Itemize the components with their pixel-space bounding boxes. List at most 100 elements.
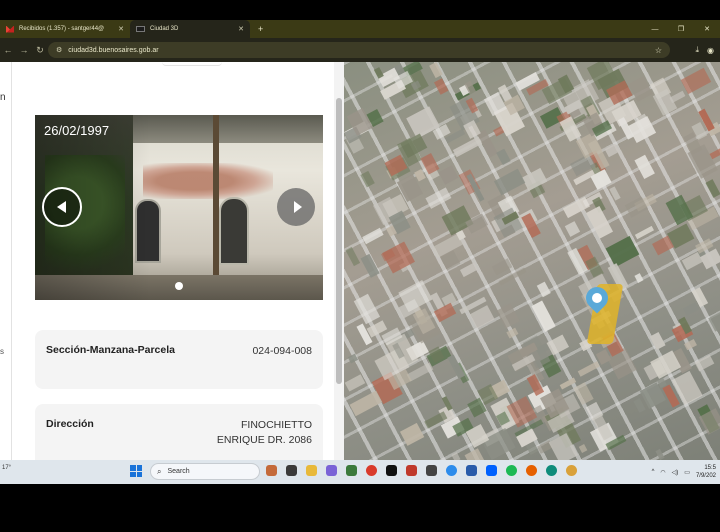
weather-temp: 17° (2, 465, 12, 471)
site-info-icon[interactable]: ⚙ (56, 46, 62, 54)
map-building-block (464, 448, 485, 460)
panel-handle[interactable] (162, 62, 222, 66)
zoom-icon[interactable] (446, 465, 457, 476)
map-building-block (347, 353, 359, 364)
map-building-block (547, 334, 570, 356)
panel-scrollbar-thumb[interactable] (336, 98, 342, 384)
volume-icon[interactable]: ◁) (672, 469, 679, 476)
map-building-block (496, 303, 520, 329)
weather-widget[interactable]: 17° (2, 465, 11, 471)
browser-tab-strip: Recibidos (1.357) - santger44@ ✕ Ciudad … (0, 20, 720, 38)
wifi-icon[interactable]: ◠ (660, 469, 665, 476)
close-icon[interactable]: ✕ (238, 25, 244, 33)
map-building-block (506, 327, 519, 338)
back-icon[interactable]: ← (0, 45, 16, 55)
map-building-block (438, 165, 459, 186)
photo-carousel: 26/02/1997 (35, 115, 323, 300)
task-view-icon[interactable] (286, 465, 297, 476)
profile-icon[interactable]: ◉ (707, 46, 714, 55)
windows-start-icon[interactable] (130, 465, 142, 477)
map-building-block (425, 187, 453, 210)
app-icon[interactable] (426, 465, 437, 476)
tab-label: Recibidos (1.357) - santger44@ (19, 26, 105, 32)
clock-date: 7/9/202 (695, 473, 716, 479)
widgets-icon[interactable] (266, 465, 277, 476)
map-building-block (681, 251, 703, 270)
app-icon[interactable] (406, 465, 417, 476)
download-icon[interactable]: ⤓ (695, 45, 699, 55)
system-tray: ^ ◠ ◁) ▭ 15:5 7/9/202 (652, 462, 716, 482)
photo-date: 26/02/1997 (44, 123, 110, 138)
tab-label: Ciudad 3D (150, 26, 179, 32)
minimize-icon[interactable]: — (642, 26, 668, 33)
map-building-block (345, 246, 361, 266)
map-building-block (429, 62, 444, 79)
map-building-block (433, 78, 449, 96)
parcel-info-panel: 26/02/1997 Sección-Manzana-Parcela 024-0… (12, 62, 344, 460)
maximize-icon[interactable]: ❐ (668, 25, 694, 33)
map-building-block (360, 253, 379, 278)
chrome-profile-icon[interactable] (566, 465, 577, 476)
search-icon: ⌕ (157, 466, 162, 476)
tab-ciudad3d[interactable]: Ciudad 3D ✕ (130, 20, 250, 38)
clock-time: 15:5 (704, 465, 716, 471)
map-building-block (694, 354, 715, 373)
copilot-icon[interactable] (326, 465, 337, 476)
next-photo-button[interactable] (277, 188, 315, 226)
3d-map-view[interactable] (344, 62, 720, 460)
map-building-block (362, 228, 385, 245)
store-icon[interactable] (346, 465, 357, 476)
window-controls: — ❐ ✕ (642, 20, 720, 38)
previous-photo-button[interactable] (42, 187, 82, 227)
side-menu-edge[interactable]: n s (0, 62, 12, 460)
tab-gmail[interactable]: Recibidos (1.357) - santger44@ ✕ (0, 20, 130, 38)
chrome-icon[interactable] (366, 465, 377, 476)
reload-icon[interactable]: ↻ (32, 45, 48, 56)
map-building-block (649, 331, 666, 350)
map-building-block (604, 143, 620, 157)
map-building-block (493, 168, 526, 195)
map-building-block (344, 374, 366, 392)
gmail-icon (6, 25, 14, 33)
screen: Recibidos (1.357) - santger44@ ✕ Ciudad … (0, 0, 720, 532)
carousel-dot[interactable] (175, 282, 183, 290)
bookmark-star-icon[interactable]: ☆ (655, 46, 662, 55)
firefox-icon[interactable] (526, 465, 537, 476)
map-building-block (628, 76, 653, 102)
browser-toolbar: ← → ↻ ⚙ ciudad3d.buenosaires.gob.ar ☆ ⤓ … (0, 38, 720, 62)
chevron-up-icon[interactable]: ^ (652, 469, 655, 475)
map-building-block (586, 206, 614, 240)
battery-icon[interactable]: ▭ (684, 469, 690, 476)
dropbox-icon[interactable] (486, 465, 497, 476)
map-building-block (605, 235, 640, 267)
map-building-block (536, 281, 552, 298)
map-building-block (349, 391, 383, 417)
map-building-block (354, 293, 381, 324)
search-placeholder: Search (167, 468, 190, 475)
map-building-block (683, 301, 700, 316)
map-building-block (634, 225, 655, 240)
file-explorer-icon[interactable] (306, 465, 317, 476)
map-building-block (399, 422, 425, 447)
map-building-block (633, 155, 655, 180)
app-icon[interactable] (466, 465, 477, 476)
close-icon[interactable]: ✕ (118, 25, 124, 33)
close-window-icon[interactable]: ✕ (694, 25, 720, 33)
address-bar[interactable]: ⚙ ciudad3d.buenosaires.gob.ar ☆ (48, 42, 670, 58)
new-tab-button[interactable]: + (258, 20, 263, 38)
map-building-block (491, 258, 512, 275)
map-building-block (578, 443, 587, 453)
map-building-block (453, 136, 483, 157)
ciudad3d-icon (136, 26, 145, 32)
clock[interactable]: 15:5 7/9/202 (696, 464, 716, 480)
map-building-block (360, 170, 376, 187)
forward-icon[interactable]: → (16, 45, 32, 55)
map-building-block (531, 300, 557, 332)
edge-icon[interactable] (546, 465, 557, 476)
address-line-2: ENRIQUE DR. 2086 (216, 434, 312, 446)
spotify-icon[interactable] (506, 465, 517, 476)
netflix-icon[interactable] (386, 465, 397, 476)
taskbar-search[interactable]: ⌕ Search (150, 463, 260, 480)
map-building-block (577, 360, 600, 377)
map-building-block (705, 179, 720, 198)
